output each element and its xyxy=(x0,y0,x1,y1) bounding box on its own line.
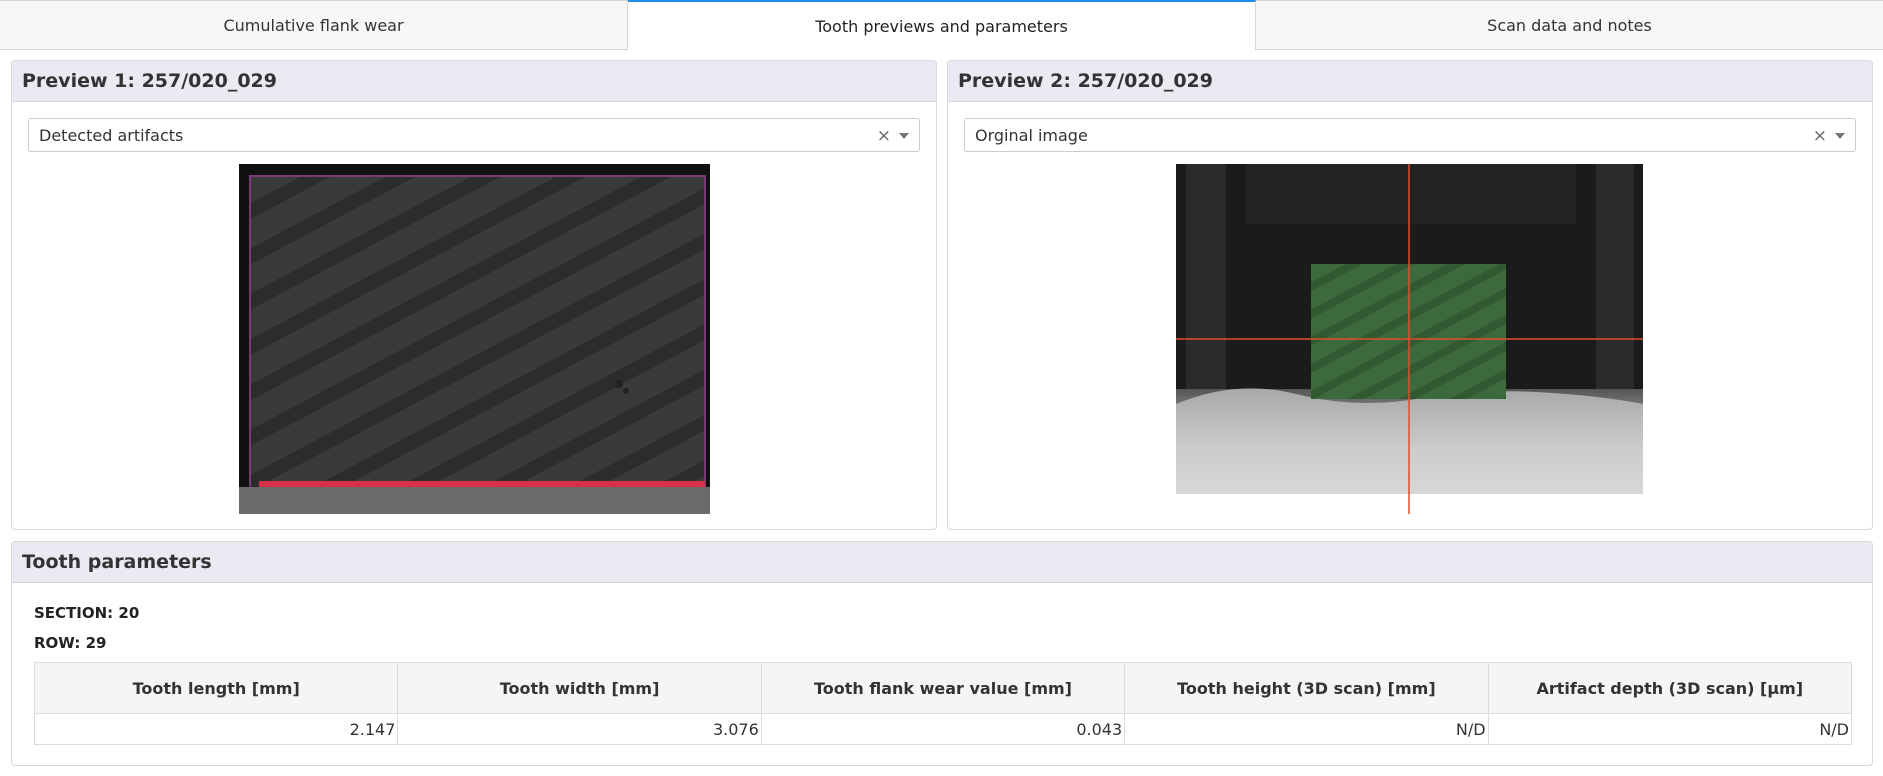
preview-1-image xyxy=(239,164,710,514)
tooth-parameters-title: Tooth parameters xyxy=(12,542,1872,583)
value-artifact-depth: N/D xyxy=(1487,713,1853,745)
table-header-row: Tooth length [mm] Tooth width [mm] Tooth… xyxy=(33,662,1853,714)
header-tooth-length: Tooth length [mm] xyxy=(33,662,399,714)
preview-2-title: Preview 2: 257/020_029 xyxy=(948,61,1872,102)
value-flank-wear: 0.043 xyxy=(760,713,1126,745)
preview-1-select[interactable]: Detected artifacts × xyxy=(28,118,920,152)
tab-scan-data[interactable]: Scan data and notes xyxy=(1256,0,1883,49)
header-artifact-depth: Artifact depth (3D scan) [µm] xyxy=(1487,662,1853,714)
tooth-parameters-panel: Tooth parameters SECTION: 20 ROW: 29 Too… xyxy=(11,541,1873,766)
preview-1-panel: Preview 1: 257/020_029 Detected artifact… xyxy=(11,60,937,530)
header-tooth-height: Tooth height (3D scan) [mm] xyxy=(1124,662,1489,714)
preview-2-select-value: Orginal image xyxy=(975,125,1088,145)
value-tooth-length: 2.147 xyxy=(33,713,399,745)
chevron-down-icon[interactable] xyxy=(899,133,909,139)
value-tooth-width: 3.076 xyxy=(397,713,762,745)
preview-1-title: Preview 1: 257/020_029 xyxy=(12,61,936,102)
row-label: ROW: 29 xyxy=(34,634,107,652)
chevron-down-icon[interactable] xyxy=(1835,133,1845,139)
header-tooth-width: Tooth width [mm] xyxy=(397,662,762,714)
tooth-parameters-table: Tooth length [mm] Tooth width [mm] Tooth… xyxy=(33,662,1853,745)
tab-tooth-previews[interactable]: Tooth previews and parameters xyxy=(628,0,1256,51)
tab-cumulative-flank-wear[interactable]: Cumulative flank wear xyxy=(0,0,628,49)
value-tooth-height: N/D xyxy=(1124,713,1489,745)
header-flank-wear: Tooth flank wear value [mm] xyxy=(760,662,1126,714)
close-icon[interactable]: × xyxy=(877,126,891,146)
preview-2-image xyxy=(1176,164,1643,514)
section-label: SECTION: 20 xyxy=(34,604,140,622)
preview-1-select-value: Detected artifacts xyxy=(39,125,184,145)
table-row: 2.147 3.076 0.043 N/D N/D xyxy=(33,713,1853,745)
preview-2-select[interactable]: Orginal image × xyxy=(964,118,1856,152)
preview-2-panel: Preview 2: 257/020_029 Orginal image × xyxy=(947,60,1873,530)
tab-bar: Cumulative flank wear Tooth previews and… xyxy=(0,0,1883,51)
close-icon[interactable]: × xyxy=(1813,126,1827,146)
